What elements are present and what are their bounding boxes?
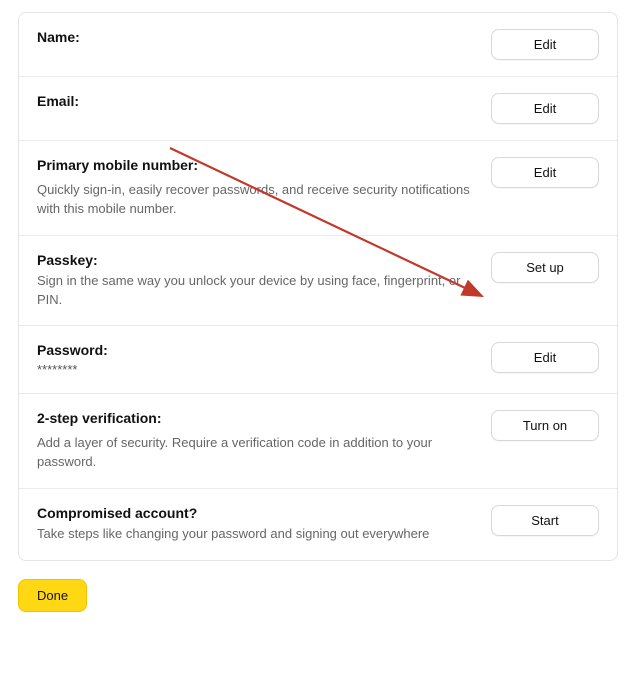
desc-two-step: Add a layer of security. Require a verif… bbox=[37, 434, 479, 472]
label-two-step: 2-step verification: bbox=[37, 410, 479, 426]
label-primary-mobile: Primary mobile number: bbox=[37, 157, 479, 173]
label-compromised: Compromised account? bbox=[37, 505, 479, 521]
turn-on-two-step-button[interactable]: Turn on bbox=[491, 410, 599, 441]
edit-name-button[interactable]: Edit bbox=[491, 29, 599, 60]
row-two-step: 2-step verification: Add a layer of secu… bbox=[19, 394, 617, 489]
row-primary-mobile-content: Primary mobile number: Quickly sign-in, … bbox=[37, 157, 479, 219]
row-email-content: Email: bbox=[37, 93, 479, 124]
row-passkey: Passkey: Sign in the same way you unlock… bbox=[19, 236, 617, 327]
row-name-action: Edit bbox=[491, 29, 599, 60]
row-two-step-content: 2-step verification: Add a layer of secu… bbox=[37, 410, 479, 472]
start-compromised-button[interactable]: Start bbox=[491, 505, 599, 536]
row-password-action: Edit bbox=[491, 342, 599, 377]
label-email: Email: bbox=[37, 93, 479, 109]
setup-passkey-button[interactable]: Set up bbox=[491, 252, 599, 283]
row-name-content: Name: bbox=[37, 29, 479, 60]
row-primary-mobile: Primary mobile number: Quickly sign-in, … bbox=[19, 141, 617, 236]
row-compromised-content: Compromised account? Take steps like cha… bbox=[37, 505, 479, 544]
row-password-content: Password: ******** bbox=[37, 342, 479, 377]
desc-passkey: Sign in the same way you unlock your dev… bbox=[37, 272, 479, 310]
row-email-action: Edit bbox=[491, 93, 599, 124]
row-passkey-action: Set up bbox=[491, 252, 599, 310]
row-passkey-content: Passkey: Sign in the same way you unlock… bbox=[37, 252, 479, 310]
row-primary-mobile-action: Edit bbox=[491, 157, 599, 219]
row-compromised-action: Start bbox=[491, 505, 599, 544]
row-password: Password: ******** Edit bbox=[19, 326, 617, 394]
done-button[interactable]: Done bbox=[18, 579, 87, 612]
desc-compromised: Take steps like changing your password a… bbox=[37, 525, 479, 544]
label-password: Password: bbox=[37, 342, 479, 358]
edit-email-button[interactable]: Edit bbox=[491, 93, 599, 124]
edit-mobile-button[interactable]: Edit bbox=[491, 157, 599, 188]
label-passkey: Passkey: bbox=[37, 252, 479, 268]
row-two-step-action: Turn on bbox=[491, 410, 599, 472]
value-password: ******** bbox=[37, 362, 479, 377]
edit-password-button[interactable]: Edit bbox=[491, 342, 599, 373]
row-email: Email: Edit bbox=[19, 77, 617, 141]
desc-primary-mobile: Quickly sign-in, easily recover password… bbox=[37, 181, 479, 219]
label-name: Name: bbox=[37, 29, 479, 45]
account-settings-card: Name: Edit Email: Edit Primary mobile nu… bbox=[18, 12, 618, 561]
row-compromised: Compromised account? Take steps like cha… bbox=[19, 489, 617, 560]
row-name: Name: Edit bbox=[19, 13, 617, 77]
